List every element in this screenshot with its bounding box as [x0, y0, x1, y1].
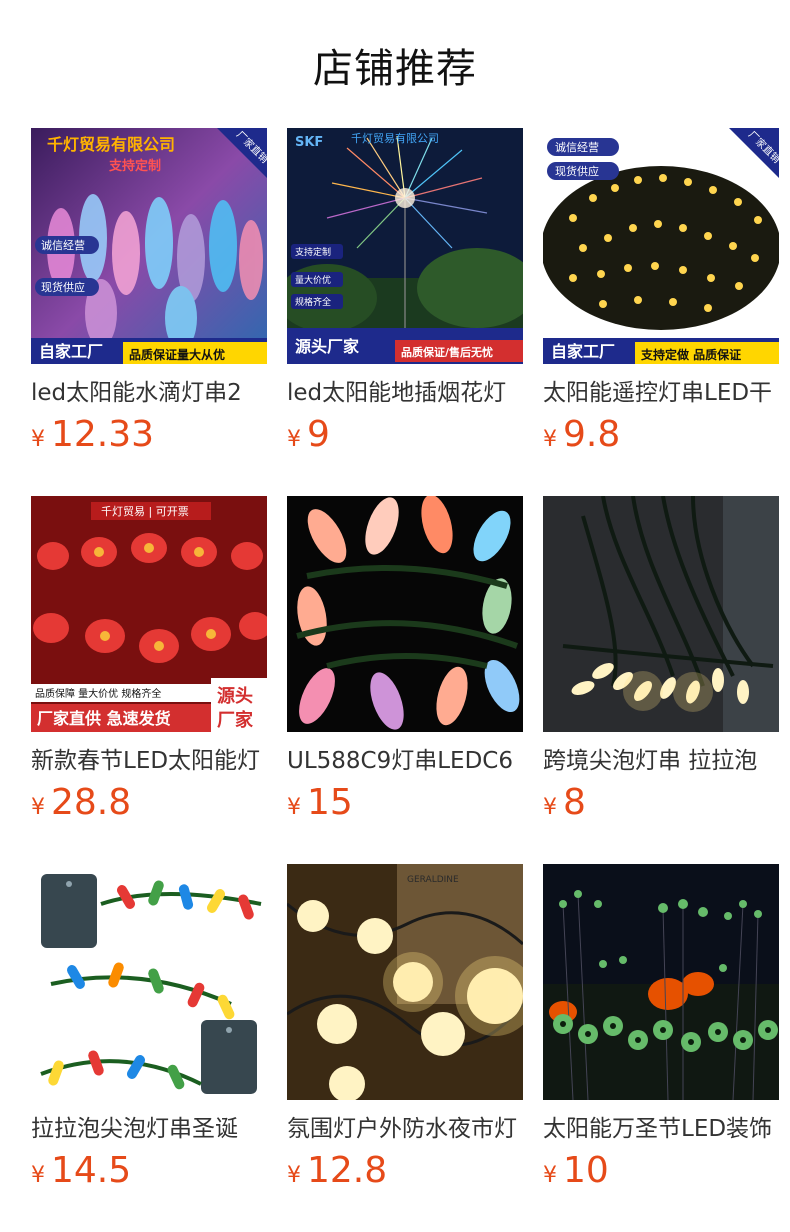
price-value: 12.33	[51, 414, 155, 455]
product-price: ¥9.8	[543, 414, 779, 462]
product-card[interactable]: 太阳能万圣节LED装饰 ¥10	[543, 864, 779, 1198]
tag1-text: 支持定制	[295, 246, 331, 258]
top-overlay-text: 千灯贸易 | 可开票	[101, 505, 189, 518]
currency-symbol: ¥	[31, 427, 45, 452]
product-price: ¥14.5	[31, 1150, 267, 1198]
product-name[interactable]: 太阳能万圣节LED装饰	[543, 1114, 779, 1144]
product-image[interactable]: 千灯贸易 | 可开票 品质保障 量大价优 规格齐全 厂家直供 急速发货 源头 厂…	[31, 496, 267, 732]
string-lights-image: 诚信经营 现货供应 千灯 厂家直销 自家工厂 支持定做 品质保证	[543, 128, 779, 364]
badge1-text: 源头	[217, 685, 253, 707]
tag1-text: 诚信经营	[41, 238, 85, 252]
product-price: ¥9	[287, 414, 523, 462]
tag2-text: 现货供应	[555, 164, 599, 178]
price-value: 9	[307, 414, 330, 455]
product-image[interactable]	[543, 864, 779, 1100]
banner-left-text: 自家工厂	[39, 342, 103, 361]
currency-symbol: ¥	[543, 795, 557, 820]
currency-symbol: ¥	[287, 427, 301, 452]
globe-lights-image: GERALDINE	[287, 864, 523, 1100]
tag2-text: 量大价优	[295, 274, 331, 286]
product-image[interactable]: 诚信经营 现货供应 千灯 厂家直销 自家工厂 支持定做 品质保证	[543, 128, 779, 364]
halloween-eye-lights-image	[543, 864, 779, 1100]
product-card[interactable]: 千灯贸易 | 可开票 品质保障 量大价优 规格齐全 厂家直供 急速发货 源头 厂…	[31, 496, 267, 830]
brand-text: GERALDINE	[407, 875, 459, 885]
product-card[interactable]: 诚信经营 现货供应 千灯 厂家直销 自家工厂 支持定做 品质保证 太阳能遥控灯串…	[543, 128, 779, 462]
product-card[interactable]: GERALDINE 氛围灯户外防水夜市灯 ¥ 12.8	[287, 864, 523, 1198]
product-name[interactable]: UL588C9灯串LEDC6	[287, 746, 523, 776]
price-value: 8	[563, 782, 586, 823]
product-price: ¥10	[543, 1150, 779, 1198]
firework-lights-image: SKF 千灯贸易有限公司 支持定制 量大价优 规格齐全 源头厂家 品质保证/售后…	[287, 128, 523, 364]
banner-right-text: 支持定做 品质保证	[640, 347, 741, 362]
currency-symbol: ¥	[543, 427, 557, 452]
product-name[interactable]: 跨境尖泡灯串 拉拉泡	[543, 746, 779, 776]
product-price: ¥12.8	[287, 1150, 523, 1198]
currency-symbol: ¥	[543, 1163, 557, 1188]
product-price: ¥12.33	[31, 414, 267, 462]
banner-left-text: 自家工厂	[551, 342, 615, 361]
product-card[interactable]: UL588C9灯串LEDC6 ¥15	[287, 496, 523, 830]
product-name[interactable]: 新款春节LED太阳能灯	[31, 746, 267, 776]
red-lantern-lights-image: 千灯贸易 | 可开票 品质保障 量大价优 规格齐全 厂家直供 急速发货 源头 厂…	[31, 496, 267, 732]
tag3-text: 规格齐全	[295, 296, 331, 308]
banner-right-text: 品质保证/售后无忧	[401, 345, 493, 359]
currency-symbol: ¥	[287, 1163, 301, 1188]
tag2-text: 现货供应	[41, 280, 85, 294]
c9-bulb-lights-image	[287, 496, 523, 732]
product-name[interactable]: 拉拉泡尖泡灯串圣诞	[31, 1114, 267, 1144]
product-image[interactable]	[31, 864, 267, 1100]
product-image[interactable]	[543, 496, 779, 732]
product-card[interactable]: 自家工厂 品质保证量大从优 千灯贸易有限公司 支持定制 诚信经营 现货供应 厂家…	[31, 128, 267, 462]
product-image[interactable]: 自家工厂 品质保证量大从优 千灯贸易有限公司 支持定制 诚信经营 现货供应 厂家…	[31, 128, 267, 364]
badge2-text: 厂家	[217, 709, 254, 731]
product-card[interactable]: 跨境尖泡灯串 拉拉泡 ¥8	[543, 496, 779, 830]
currency-symbol: ¥	[287, 795, 301, 820]
water-drop-lights-image: 自家工厂 品质保证量大从优 千灯贸易有限公司 支持定制 诚信经营 现货供应 厂家…	[31, 128, 267, 364]
brand-text: 千灯	[675, 142, 711, 163]
top-overlay-text: 千灯贸易有限公司	[351, 131, 439, 145]
product-price: ¥8	[543, 782, 779, 830]
page-title: 店铺推荐	[313, 46, 477, 92]
price-value: 28.8	[51, 782, 132, 823]
price-value: 15	[307, 782, 353, 823]
product-name[interactable]: led太阳能地插烟花灯	[287, 378, 523, 408]
product-image[interactable]: GERALDINE	[287, 864, 523, 1100]
product-image[interactable]	[287, 496, 523, 732]
top2-overlay-text: 支持定制	[108, 158, 161, 174]
top-overlay-text: 千灯贸易有限公司	[47, 135, 175, 154]
price-value: 10	[563, 1150, 609, 1191]
product-price: ¥28.8	[31, 782, 267, 830]
tag1-text: 诚信经营	[555, 140, 599, 154]
product-name[interactable]: 太阳能遥控灯串LED干	[543, 378, 779, 408]
strip-text: 品质保障 量大价优 规格齐全	[35, 687, 161, 700]
product-price: ¥15	[287, 782, 523, 830]
product-card[interactable]: 拉拉泡尖泡灯串圣诞 ¥14.5	[31, 864, 267, 1198]
banner-left-text: 源头厂家	[295, 337, 360, 356]
banner-right-text: 品质保证量大从优	[129, 347, 225, 362]
price-value: 9.8	[563, 414, 621, 455]
currency-symbol: ¥	[31, 1163, 45, 1188]
currency-symbol: ¥	[31, 795, 45, 820]
product-name[interactable]: 氛围灯户外防水夜市灯	[287, 1114, 523, 1144]
price-value: 12.8	[307, 1150, 388, 1191]
battery-string-lights-image	[31, 864, 267, 1100]
pointed-bulb-lights-image	[543, 496, 779, 732]
banner-left-text: 厂家直供 急速发货	[37, 709, 171, 728]
price-value: 14.5	[51, 1150, 132, 1191]
product-card[interactable]: SKF 千灯贸易有限公司 支持定制 量大价优 规格齐全 源头厂家 品质保证/售后…	[287, 128, 523, 462]
brand-text: SKF	[295, 135, 323, 150]
product-image[interactable]: SKF 千灯贸易有限公司 支持定制 量大价优 规格齐全 源头厂家 品质保证/售后…	[287, 128, 523, 364]
product-name[interactable]: led太阳能水滴灯串2	[31, 378, 267, 408]
